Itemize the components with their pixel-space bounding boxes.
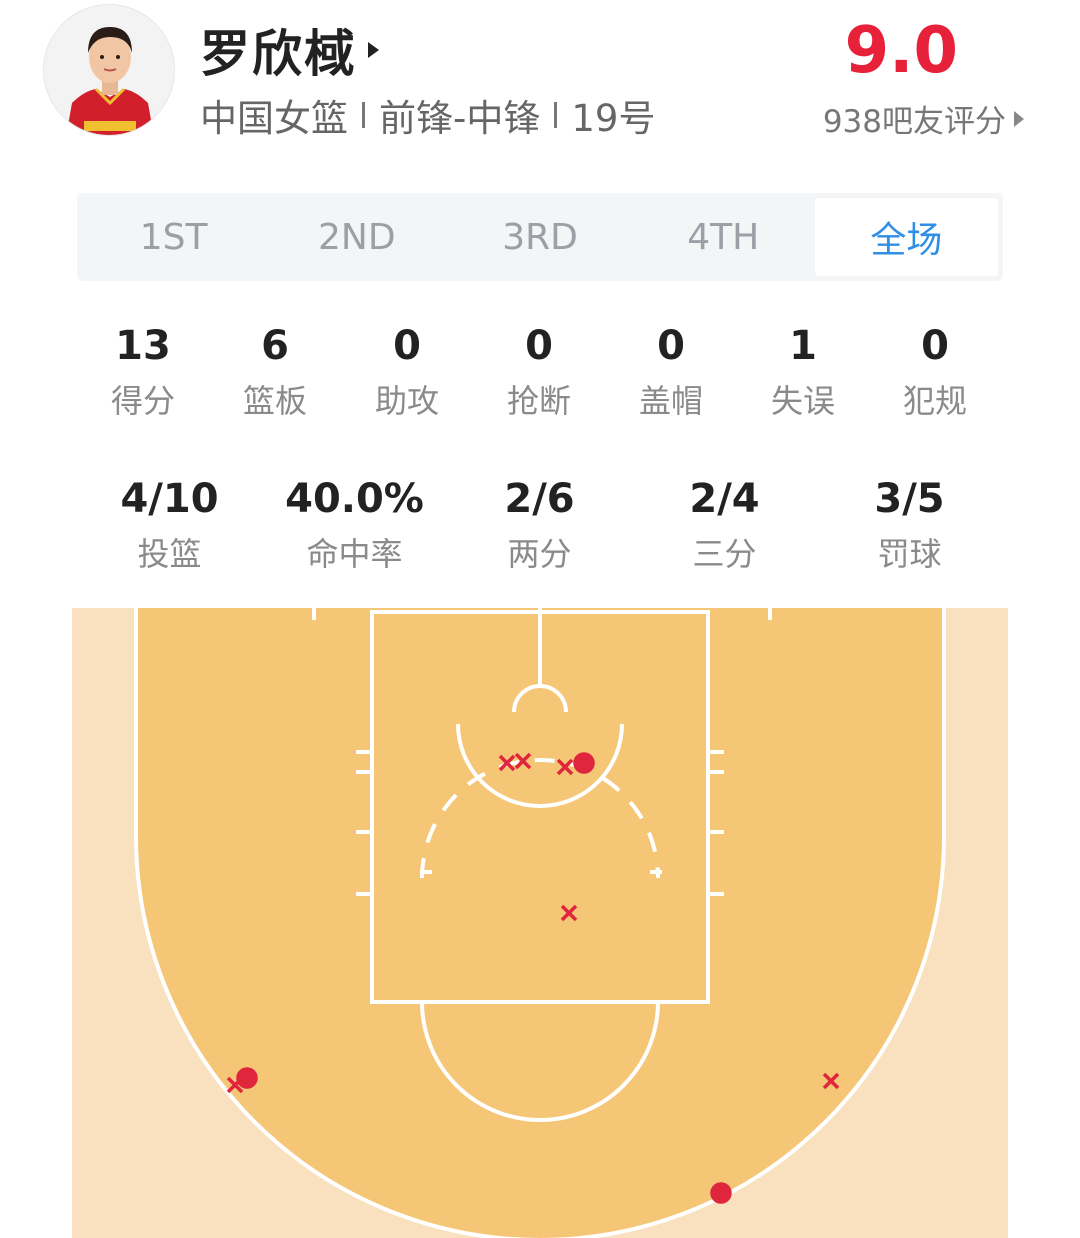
stat-field-goals: 4/10 投篮 xyxy=(77,475,262,573)
tab-full-game[interactable]: 全场 xyxy=(814,198,999,276)
tab-1st[interactable]: 1ST xyxy=(82,198,265,276)
stat-label: 得分 xyxy=(110,382,175,420)
stat-rebounds: 6 篮板 xyxy=(209,322,341,420)
basic-stats: 13 得分 6 篮板 0 助攻 0 抢断 0 盖帽 1 失误 0 犯规 xyxy=(77,322,1003,420)
player-photo xyxy=(44,5,174,135)
stat-turnovers: 1 失误 xyxy=(737,322,869,420)
player-game-page: 罗欣棫 中国女篮 前锋-中锋 19号 9.0 938吧友评分 1ST 2ND 3… xyxy=(0,0,1080,1238)
stat-value: 1 xyxy=(789,323,817,369)
stat-points: 13 得分 xyxy=(77,322,209,420)
player-meta: 中国女篮 前锋-中锋 19号 xyxy=(200,88,655,142)
rating-score: 9.0 xyxy=(844,14,958,88)
stat-label: 投篮 xyxy=(137,535,202,573)
tab-3rd[interactable]: 3RD xyxy=(448,198,631,276)
stat-value: 2/4 xyxy=(689,476,760,522)
stat-value: 0 xyxy=(921,323,949,369)
half-court-diagram xyxy=(72,608,1008,1238)
player-avatar[interactable] xyxy=(43,4,175,136)
stat-blocks: 0 盖帽 xyxy=(605,322,737,420)
stat-label: 罚球 xyxy=(877,535,942,573)
shot-chart xyxy=(72,608,1008,1238)
player-number: 19号 xyxy=(571,97,656,140)
rating-count-link[interactable]: 938吧友评分 xyxy=(823,96,1024,141)
stat-steals: 0 抢断 xyxy=(473,322,605,420)
stat-three-pointers: 2/4 三分 xyxy=(632,475,817,573)
stat-label: 两分 xyxy=(507,535,572,573)
stat-value: 13 xyxy=(115,323,171,369)
tab-2nd[interactable]: 2ND xyxy=(265,198,448,276)
shooting-stats: 4/10 投篮 40.0% 命中率 2/6 两分 2/4 三分 3/5 罚球 xyxy=(77,475,1003,573)
stat-value: 6 xyxy=(261,323,289,369)
stat-label: 失误 xyxy=(770,382,835,420)
made-shot-dot xyxy=(236,1067,258,1089)
stat-value: 3/5 xyxy=(874,476,945,522)
player-name: 罗欣棫 xyxy=(200,25,356,83)
stat-label: 盖帽 xyxy=(638,382,703,420)
stat-value: 2/6 xyxy=(504,476,575,522)
stat-label: 篮板 xyxy=(242,382,307,420)
divider xyxy=(362,102,365,128)
stat-label: 抢断 xyxy=(506,382,571,420)
divider xyxy=(554,102,558,128)
stat-label: 助攻 xyxy=(374,382,439,420)
stat-label: 命中率 xyxy=(306,535,403,573)
period-tabs: 1ST 2ND 3RD 4TH 全场 xyxy=(77,193,1003,281)
stat-value: 0 xyxy=(393,323,421,369)
made-shot-dot xyxy=(573,752,595,774)
rating-count-label: 938吧友评分 xyxy=(822,104,1006,140)
stat-label: 三分 xyxy=(692,535,757,573)
stat-label: 犯规 xyxy=(902,382,967,420)
made-shot-dot xyxy=(710,1182,732,1204)
stat-value: 40.0% xyxy=(285,476,424,522)
tab-4th[interactable]: 4TH xyxy=(632,198,815,276)
stat-value: 4/10 xyxy=(120,476,219,522)
stat-free-throws: 3/5 罚球 xyxy=(817,475,1002,573)
stat-value: 0 xyxy=(525,323,553,369)
play-arrow-icon xyxy=(368,42,379,58)
player-position: 前锋-中锋 xyxy=(379,97,541,140)
stat-fouls: 0 犯规 xyxy=(869,322,1001,420)
player-team: 中国女篮 xyxy=(200,97,348,140)
stat-fg-percentage: 40.0% 命中率 xyxy=(262,475,447,573)
stat-two-pointers: 2/6 两分 xyxy=(447,475,632,573)
stat-value: 0 xyxy=(657,323,685,369)
player-name-row[interactable]: 罗欣棫 xyxy=(200,14,379,86)
stat-assists: 0 助攻 xyxy=(341,322,473,420)
play-arrow-icon xyxy=(1014,110,1024,127)
